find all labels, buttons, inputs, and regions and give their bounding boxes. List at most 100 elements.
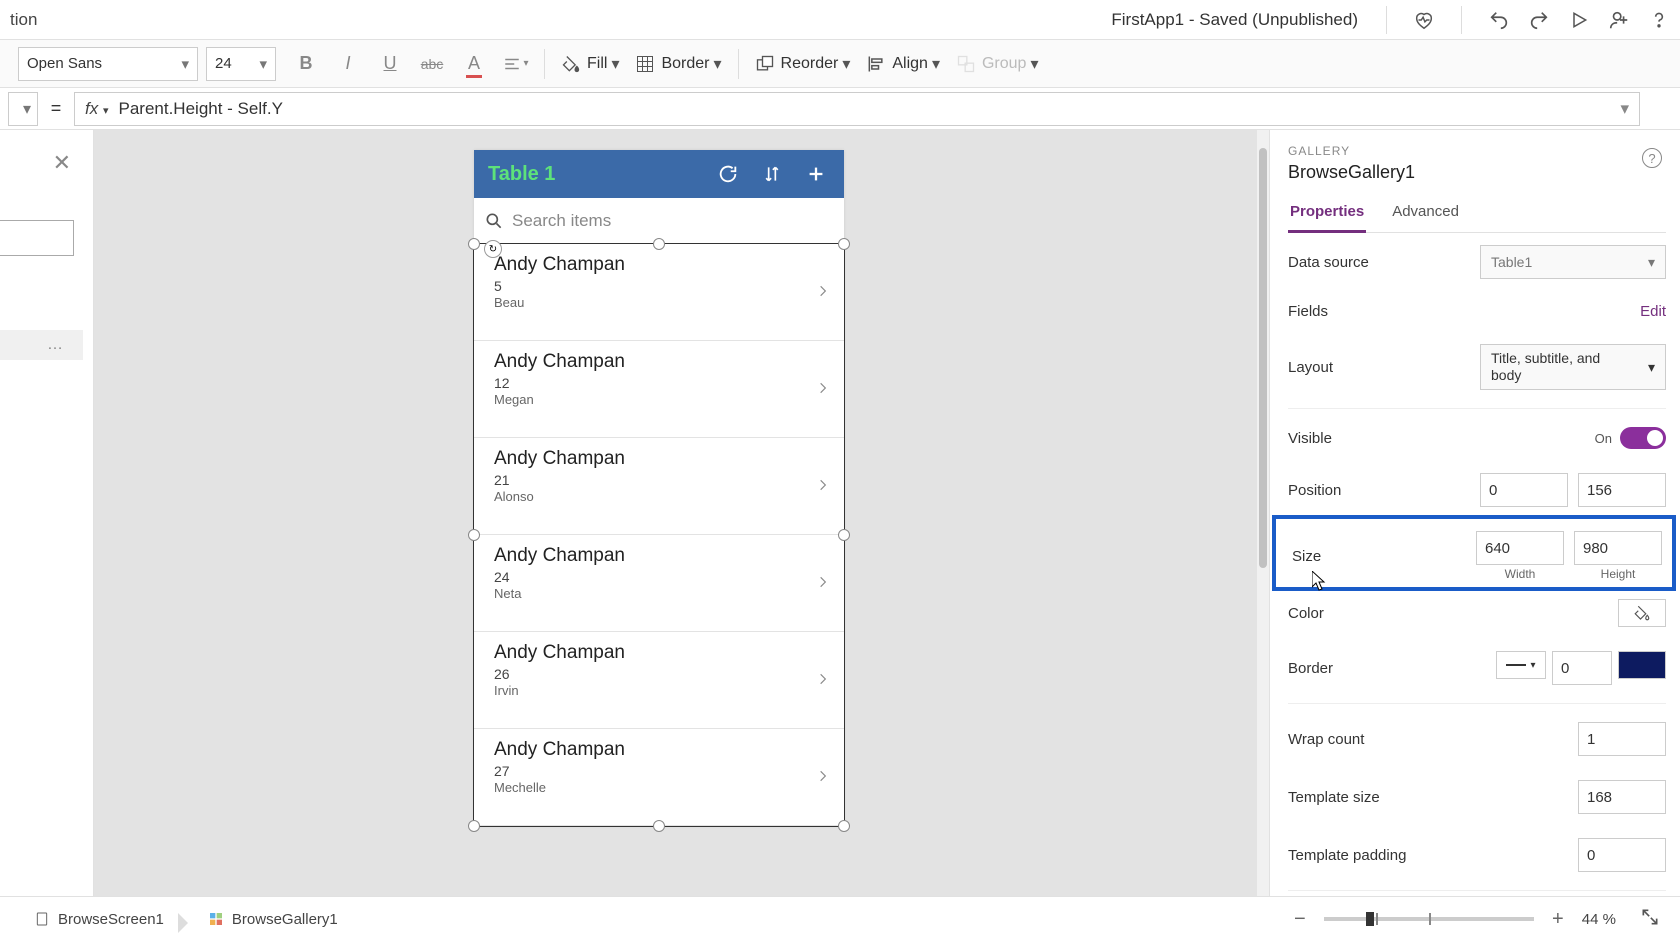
resize-handle[interactable] (838, 238, 850, 250)
resize-handle[interactable] (468, 529, 480, 541)
gallery-item[interactable]: Andy Champan 5 Beau (474, 244, 844, 341)
color-swatch[interactable] (1618, 599, 1666, 627)
font-family-combo[interactable]: Open Sans ▾ (18, 47, 198, 81)
tab-advanced[interactable]: Advanced (1390, 197, 1461, 232)
canvas-scrollbar[interactable] (1257, 130, 1269, 896)
scrollbar-thumb[interactable] (1259, 148, 1267, 568)
height-sublabel: Height (1574, 567, 1662, 581)
reorder-button[interactable]: Reorder ▾ (747, 44, 859, 84)
italic-button[interactable]: I (328, 44, 368, 84)
data-source-select[interactable]: Table1 ▾ (1480, 245, 1666, 279)
resize-handle[interactable] (468, 820, 480, 832)
screen-icon (34, 911, 50, 927)
fit-to-screen-icon[interactable] (1640, 907, 1660, 932)
width-sublabel: Width (1476, 567, 1564, 581)
underline-button[interactable]: U (370, 44, 410, 84)
browse-gallery[interactable]: ↻ Andy Champan 5 Beau Andy Champan 12 Me… (474, 244, 844, 826)
resize-handle[interactable] (838, 820, 850, 832)
play-icon[interactable] (1568, 9, 1590, 31)
title-bar: tion FirstApp1 - Saved (Unpublished) (0, 0, 1680, 40)
visible-value: On (1595, 431, 1612, 446)
health-check-icon[interactable] (1413, 9, 1435, 31)
fields-edit-link[interactable]: Edit (1640, 303, 1666, 320)
item-body: Megan (494, 392, 804, 407)
chevron-right-icon[interactable] (816, 571, 830, 598)
sort-icon[interactable] (758, 163, 786, 185)
font-size-combo[interactable]: 24 ▾ (206, 47, 276, 81)
chevron-right-icon[interactable] (816, 668, 830, 695)
size-height-input[interactable]: 980 (1574, 531, 1662, 565)
chevron-down-icon: ▾ (1648, 254, 1655, 271)
position-x-input[interactable]: 0 (1480, 473, 1568, 507)
gallery-item[interactable]: Andy Champan 12 Megan (474, 341, 844, 438)
breadcrumb-gallery[interactable]: BrowseGallery1 (194, 907, 352, 932)
wrap-count-input[interactable]: 1 (1578, 722, 1666, 756)
gallery-item[interactable]: Andy Champan 21 Alonso (474, 438, 844, 535)
share-user-icon[interactable] (1608, 9, 1630, 31)
template-size-input[interactable]: 168 (1578, 780, 1666, 814)
gallery-item[interactable]: Andy Champan 24 Neta (474, 535, 844, 632)
app-header: Table 1 (474, 150, 844, 198)
search-stub[interactable] (0, 220, 74, 256)
rotate-handle[interactable]: ↻ (484, 240, 502, 258)
property-selector[interactable]: ▾ (8, 92, 38, 126)
strikethrough-button[interactable]: abc (412, 44, 452, 84)
breadcrumb-screen[interactable]: BrowseScreen1 (20, 907, 178, 932)
tab-properties[interactable]: Properties (1288, 197, 1366, 233)
item-body: Irvin (494, 683, 804, 698)
fx-label: fx ▾ (85, 99, 109, 119)
chevron-right-icon[interactable] (816, 280, 830, 307)
fill-button[interactable]: Fill ▾ (553, 44, 627, 84)
separator (1461, 6, 1462, 34)
refresh-icon[interactable] (714, 163, 742, 185)
resize-handle[interactable] (653, 238, 665, 250)
position-y-input[interactable]: 156 (1578, 473, 1666, 507)
gallery-item[interactable]: Andy Champan 27 Mechelle (474, 729, 844, 826)
app-title: FirstApp1 - Saved (Unpublished) (37, 10, 1378, 30)
chevron-down-icon: ▾ (1030, 54, 1038, 74)
chevron-right-icon[interactable] (816, 377, 830, 404)
visible-toggle[interactable] (1620, 427, 1666, 449)
resize-handle[interactable] (468, 238, 480, 250)
info-icon[interactable]: ? (1642, 148, 1662, 168)
border-color-swatch[interactable] (1618, 651, 1666, 679)
align-button[interactable]: Align ▾ (858, 44, 948, 84)
formula-input[interactable]: fx ▾ Parent.Height - Self.Y ▾ (74, 92, 1640, 126)
chevron-down-icon[interactable]: ▾ (1620, 99, 1629, 119)
close-icon[interactable]: ✕ (53, 150, 71, 176)
canvas[interactable]: Table 1 Search items ↻ Andy Champan (94, 130, 1270, 896)
control-name: BrowseGallery1 (1288, 162, 1666, 183)
border-button[interactable]: Border ▾ (627, 44, 729, 84)
cursor-icon (1312, 571, 1328, 596)
zoom-slider[interactable] (1324, 917, 1534, 921)
row-border: Border ▾ 0 (1288, 639, 1666, 697)
resize-handle[interactable] (838, 529, 850, 541)
chevron-right-icon[interactable] (816, 474, 830, 501)
bold-button[interactable]: B (286, 44, 326, 84)
tree-item-stub[interactable]: … (0, 330, 83, 360)
panel-category: GALLERY (1288, 144, 1666, 158)
template-padding-input[interactable]: 0 (1578, 838, 1666, 872)
row-position: Position 0 156 (1288, 461, 1666, 519)
redo-icon[interactable] (1528, 9, 1550, 31)
zoom-out-button[interactable]: − (1290, 908, 1310, 931)
chevron-right-icon[interactable] (816, 765, 830, 792)
item-title: Andy Champan (494, 254, 804, 276)
layout-select[interactable]: Title, subtitle, and body ▾ (1480, 344, 1666, 390)
row-size: Size 640 Width 980 Height (1292, 531, 1662, 581)
font-color-button[interactable]: A (454, 44, 494, 84)
text-align-button[interactable]: ▾ (496, 44, 536, 84)
gallery-item[interactable]: Andy Champan 26 Irvin (474, 632, 844, 729)
undo-icon[interactable] (1488, 9, 1510, 31)
border-style-select[interactable]: ▾ (1496, 651, 1546, 679)
group-button[interactable]: Group ▾ (948, 44, 1047, 84)
resize-handle[interactable] (653, 820, 665, 832)
formula-bar: ▾ = fx ▾ Parent.Height - Self.Y ▾ (0, 88, 1680, 130)
help-icon[interactable] (1648, 9, 1670, 31)
add-icon[interactable] (802, 163, 830, 185)
zoom-in-button[interactable]: + (1548, 908, 1568, 931)
title-left-fragment: tion (10, 10, 37, 30)
data-source-value: Table1 (1491, 254, 1532, 270)
size-width-input[interactable]: 640 (1476, 531, 1564, 565)
border-width-input[interactable]: 0 (1552, 651, 1612, 685)
